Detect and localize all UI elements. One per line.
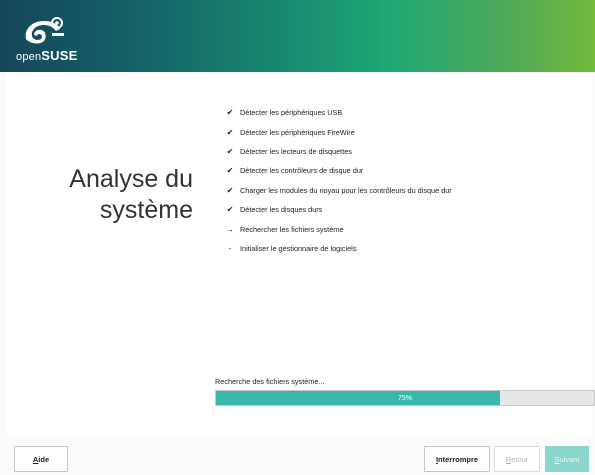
opensuse-logo: openSUSE (16, 15, 86, 63)
dash-icon: - (228, 243, 232, 253)
progress-bar: 75% (215, 390, 595, 406)
task-label: Détecter les périphériques FireWire (240, 127, 355, 137)
list-item: ✔ Détecter les contrôleurs de disque dur (222, 161, 452, 180)
installer-window: openSUSE Analyse du système ✔ Détecter le… (0, 0, 595, 475)
task-label: Initialiser le gestionnaire de logiciels (240, 243, 357, 253)
page-title: Analyse du système (25, 164, 193, 226)
check-icon: ✔ (226, 127, 234, 137)
main-content: Analyse du système ✔ Détecter les périphé… (7, 72, 595, 438)
next-button-label: uivant (559, 454, 580, 464)
list-item: - Initialiser le gestionnaire de logiciel… (222, 239, 452, 258)
back-button-label: etour (511, 454, 529, 464)
page-title-line-2: système (99, 196, 193, 224)
abort-button[interactable]: Interrompre (424, 446, 490, 472)
check-icon: ✔ (226, 205, 234, 215)
list-item: ✔ Charger les modules du noyau pour les c… (222, 181, 452, 200)
check-icon: ✔ (226, 185, 234, 195)
logo-suse-text: SUSE (41, 48, 78, 63)
check-icon: ✔ (226, 108, 234, 118)
abort-button-label: nterrompre (438, 454, 479, 464)
task-label: Détecter les périphériques USB (240, 108, 343, 118)
task-label: Détecter les contrôleurs de disque dur (240, 166, 364, 176)
list-item: ✔ Détecter les périphériques USB (222, 103, 452, 122)
list-item: ✔ Détecter les périphériques FireWire (222, 122, 452, 141)
task-label: Rechercher les fichiers système (240, 224, 344, 234)
arrow-right-icon: → (226, 224, 234, 234)
task-label: Charger les modules du noyau pour les co… (240, 185, 452, 195)
progress-label: Recherche des fichiers système... (215, 377, 325, 386)
back-button[interactable]: Retour (494, 446, 540, 472)
check-icon: ✔ (226, 146, 234, 156)
next-button[interactable]: Suivant (545, 446, 589, 472)
progress-percent: 75% (397, 394, 412, 402)
list-item: ✔ Détecter les disques durs (222, 200, 452, 219)
task-label: Détecter les disques durs (240, 205, 323, 215)
logo-open-text: open (16, 51, 42, 63)
task-label: Détecter les lecteurs de disquettes (240, 146, 352, 156)
logo-wordmark: openSUSE (16, 48, 77, 63)
help-button-label: ide (38, 454, 50, 464)
help-button[interactable]: Aide (14, 446, 68, 472)
list-item: → Rechercher les fichiers système (222, 219, 452, 238)
task-list: ✔ Détecter les périphériques USB ✔ Détecte… (222, 103, 452, 258)
list-item: ✔ Détecter les lecteurs de disquettes (222, 142, 452, 161)
header-banner: openSUSE (0, 0, 595, 72)
check-icon: ✔ (226, 166, 234, 176)
page-title-line-1: Analyse du (69, 165, 193, 193)
chameleon-icon (25, 17, 64, 44)
